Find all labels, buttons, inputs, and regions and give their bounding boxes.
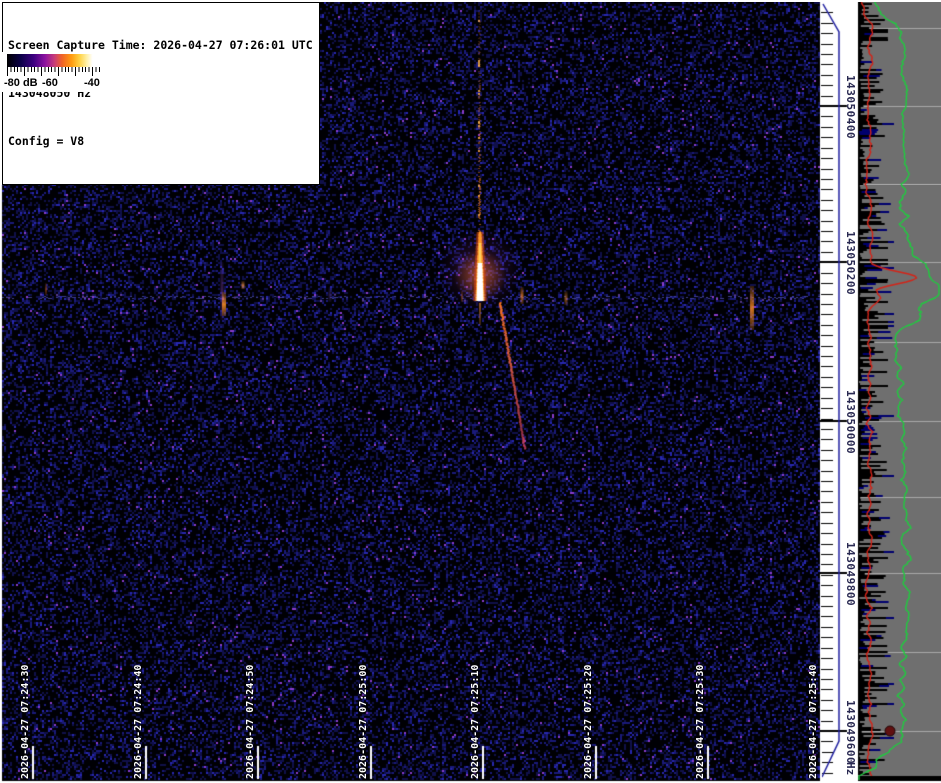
- color-scale-gradient: [7, 54, 102, 67]
- frequency-axis-label: 143050200: [844, 231, 857, 296]
- time-axis-label: 2026-04-27 07:25:20: [583, 664, 594, 779]
- config-text: Config = V8: [8, 134, 85, 148]
- capture-info-box: Screen Capture Time: 2026-04-27 07:26:01…: [2, 2, 320, 185]
- capture-time-text: Screen Capture Time: 2026-04-27 07:26:01…: [8, 38, 313, 52]
- frequency-axis-label: 143050000: [844, 390, 857, 455]
- time-axis-label: 2026-04-27 07:25:00: [358, 664, 369, 779]
- time-axis-label: 2026-04-27 07:25:40: [808, 664, 819, 779]
- frequency-axis-label: 143050400: [844, 75, 857, 140]
- time-axis-label: 2026-04-27 07:24:50: [245, 664, 256, 779]
- time-axis-label: 2026-04-27 07:24:40: [133, 664, 144, 779]
- frequency-axis-label: 143049600: [844, 700, 857, 765]
- color-scale-labels: -80 dB -60 -40: [2, 77, 107, 91]
- color-scale-legend: -80 dB -60 -40: [2, 52, 107, 92]
- time-axis-label: 2026-04-27 07:25:30: [695, 664, 706, 779]
- color-scale-ticks: [7, 67, 102, 76]
- time-axis-label: 2026-04-27 07:25:10: [470, 664, 481, 779]
- scale-label-min: -80 dB: [4, 77, 38, 89]
- time-axis-label: 2026-04-27 07:24:30: [20, 664, 31, 779]
- scale-label-mid: -60: [42, 77, 58, 89]
- frequency-axis-label: 143049800: [844, 542, 857, 607]
- scale-label-max: -40: [84, 77, 100, 89]
- spectrogram-app: Screen Capture Time: 2026-04-27 07:26:01…: [0, 0, 941, 783]
- frequency-unit-label: Hz: [844, 762, 857, 776]
